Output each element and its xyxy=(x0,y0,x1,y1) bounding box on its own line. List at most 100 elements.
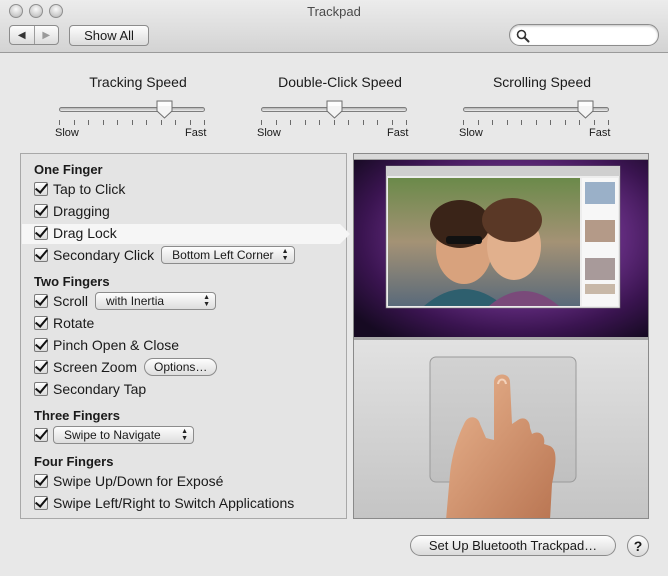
four-fingers-heading: Four Fingers xyxy=(34,454,114,469)
search-icon xyxy=(516,29,530,43)
tap-to-click-row[interactable]: Tap to Click xyxy=(34,179,125,199)
slider-tick xyxy=(132,120,133,125)
gesture-preview xyxy=(353,153,649,519)
scrolling-speed-slider-group: Scrolling Speed Slow Fast xyxy=(459,74,633,139)
tracking-speed-fast-label: Fast xyxy=(185,127,207,139)
scrolling-speed-thumb[interactable] xyxy=(577,100,594,119)
swipe-left-right-checkbox[interactable] xyxy=(34,496,48,510)
slider-tick xyxy=(608,120,609,125)
slider-tick xyxy=(59,120,60,125)
slider-tick xyxy=(319,120,320,125)
slider-tick xyxy=(161,120,162,125)
back-button[interactable]: ◀ xyxy=(10,26,35,44)
swipe-left-right-label: Swipe Left/Right to Switch Applications xyxy=(53,495,295,511)
tracking-speed-slider-group: Tracking Speed Slow Fast xyxy=(55,74,229,139)
pinch-row[interactable]: Pinch Open & Close xyxy=(34,335,179,355)
double-click-speed-fast-label: Fast xyxy=(387,127,409,139)
two-fingers-heading: Two Fingers xyxy=(34,274,110,289)
slider-tick xyxy=(377,120,378,125)
slider-tick xyxy=(74,120,75,125)
secondary-click-popup[interactable]: Bottom Left Corner ▲ ▼ xyxy=(161,246,295,264)
window-title: Trackpad xyxy=(307,4,361,19)
slider-tick xyxy=(565,120,566,125)
toolbar: Trackpad ◀ ▶ Show All xyxy=(0,0,668,53)
search-field[interactable] xyxy=(509,24,659,46)
back-forward-control: ◀ ▶ xyxy=(9,25,59,45)
three-finger-swipe-row[interactable]: Swipe to Navigate ▲ ▼ xyxy=(34,425,194,445)
one-finger-heading: One Finger xyxy=(34,162,103,177)
secondary-tap-checkbox[interactable] xyxy=(34,382,48,396)
tracking-speed-ticks xyxy=(59,120,205,126)
scrolling-speed-fast-label: Fast xyxy=(589,127,611,139)
slider-tick xyxy=(478,120,479,125)
tracking-speed-track[interactable] xyxy=(59,107,205,112)
slider-tick xyxy=(550,120,551,125)
dragging-checkbox[interactable] xyxy=(34,204,48,218)
scrolling-speed-title: Scrolling Speed xyxy=(492,74,592,90)
slider-tick xyxy=(463,120,464,125)
drag-lock-checkbox[interactable] xyxy=(34,226,48,240)
swipe-up-down-checkbox[interactable] xyxy=(34,474,48,488)
gesture-preview-image xyxy=(354,154,648,518)
slider-tick xyxy=(392,120,393,125)
search-input[interactable] xyxy=(534,27,652,43)
swipe-up-down-label: Swipe Up/Down for Exposé xyxy=(53,473,224,489)
setup-bluetooth-trackpad-button[interactable]: Set Up Bluetooth Trackpad… xyxy=(410,535,616,556)
scrolling-speed-ticks xyxy=(463,120,609,126)
slider-tick xyxy=(261,120,262,125)
swipe-up-down-row[interactable]: Swipe Up/Down for Exposé xyxy=(34,471,223,491)
scroll-checkbox[interactable] xyxy=(34,294,48,308)
slider-tick xyxy=(146,120,147,125)
secondary-tap-label: Secondary Tap xyxy=(53,381,147,397)
slider-tick xyxy=(88,120,89,125)
tap-to-click-label: Tap to Click xyxy=(53,181,126,197)
scrolling-speed-slow-label: Slow xyxy=(459,127,483,139)
secondary-click-checkbox[interactable] xyxy=(34,248,48,262)
double-click-speed-ticks xyxy=(261,120,407,126)
slider-tick xyxy=(406,120,407,125)
secondary-click-row[interactable]: Secondary Click Bottom Left Corner ▲ ▼ xyxy=(34,245,295,265)
double-click-speed-thumb[interactable] xyxy=(326,100,343,119)
dragging-row[interactable]: Dragging xyxy=(34,201,110,221)
three-fingers-heading: Three Fingers xyxy=(34,408,120,423)
slider-tick xyxy=(190,120,191,125)
forward-arrow-icon: ▶ xyxy=(42,29,51,41)
slider-tick xyxy=(521,120,522,125)
double-click-speed-slider-group: Double-Click Speed Slow Fast xyxy=(257,74,431,139)
scroll-inertia-popup-value: with Inertia xyxy=(106,294,165,308)
secondary-click-popup-value: Bottom Left Corner xyxy=(172,248,274,262)
slider-tick xyxy=(334,120,335,125)
pinch-label: Pinch Open & Close xyxy=(53,337,180,353)
scroll-inertia-popup[interactable]: with Inertia ▲ ▼ xyxy=(95,292,217,310)
rotate-checkbox[interactable] xyxy=(34,316,48,330)
secondary-tap-row[interactable]: Secondary Tap xyxy=(34,379,146,399)
selected-row-pointer xyxy=(340,224,350,244)
show-all-button[interactable]: Show All xyxy=(69,25,149,46)
three-finger-swipe-popup[interactable]: Swipe to Navigate ▲ ▼ xyxy=(53,426,194,444)
popup-arrows-icon: ▲ ▼ xyxy=(281,248,289,262)
tap-to-click-checkbox[interactable] xyxy=(34,182,48,196)
tracking-speed-thumb[interactable] xyxy=(156,100,173,119)
drag-lock-label: Drag Lock xyxy=(53,225,117,241)
swipe-left-right-row[interactable]: Swipe Left/Right to Switch Applications xyxy=(34,493,294,513)
rotate-label: Rotate xyxy=(53,315,95,331)
three-finger-swipe-checkbox[interactable] xyxy=(34,428,48,442)
tracking-speed-slow-label: Slow xyxy=(55,127,79,139)
screen-zoom-checkbox[interactable] xyxy=(34,360,48,374)
slider-tick xyxy=(204,120,205,125)
forward-button[interactable]: ▶ xyxy=(35,26,59,44)
slider-tick xyxy=(492,120,493,125)
help-button[interactable]: ? xyxy=(627,535,649,557)
slider-tick xyxy=(348,120,349,125)
scroll-row[interactable]: Scroll with Inertia ▲ ▼ xyxy=(34,291,217,311)
gestures-panel: One Finger Tap to Click Dragging Drag Lo… xyxy=(20,153,350,519)
pinch-checkbox[interactable] xyxy=(34,338,48,352)
three-finger-swipe-popup-value: Swipe to Navigate xyxy=(64,428,161,442)
drag-lock-row[interactable]: Drag Lock xyxy=(34,223,117,243)
screen-zoom-options-button[interactable]: Options… xyxy=(144,358,218,376)
screen-zoom-row[interactable]: Screen Zoom Options… xyxy=(34,357,218,377)
rotate-row[interactable]: Rotate xyxy=(34,313,94,333)
slider-tick xyxy=(594,120,595,125)
tracking-speed-title: Tracking Speed xyxy=(89,74,187,90)
slider-tick xyxy=(305,120,306,125)
